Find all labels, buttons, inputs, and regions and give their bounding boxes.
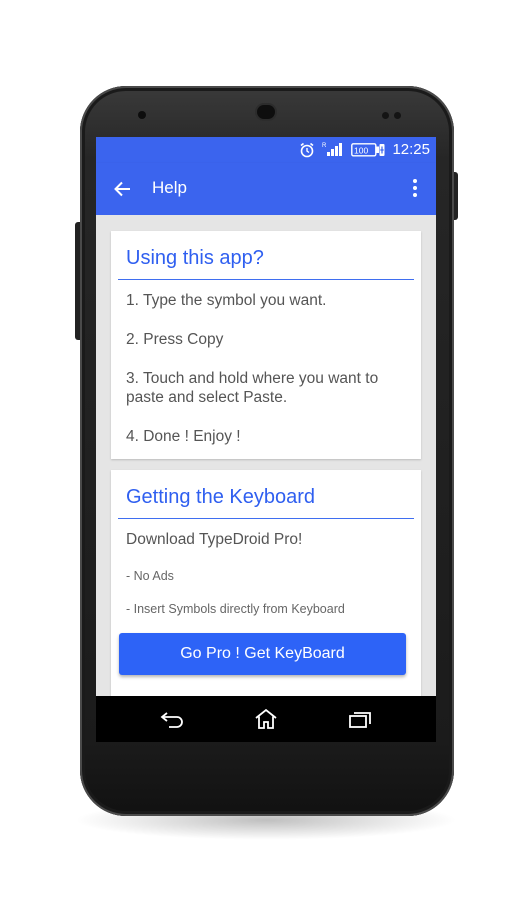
- nav-back-icon[interactable]: [160, 710, 184, 733]
- page-title: Help: [152, 178, 187, 197]
- app-bar: Help: [96, 163, 436, 215]
- help-content: Using this app? 1. Type the symbol you w…: [96, 215, 436, 696]
- nav-home-icon[interactable]: [254, 708, 278, 735]
- stage: R 100 12:25 Help Using this app? 1. Type…: [0, 0, 532, 900]
- battery-icon: 100: [351, 143, 385, 162]
- battery-level: 100: [354, 146, 368, 156]
- download-text: Download TypeDroid Pro!: [126, 531, 303, 548]
- feature-item: - Insert Symbols directly from Keyboard: [126, 602, 345, 616]
- light-sensor: [394, 112, 401, 119]
- proximity-sensor: [382, 112, 389, 119]
- front-camera: [138, 111, 146, 119]
- signal-icon: R: [322, 141, 344, 162]
- svg-text:R: R: [322, 143, 327, 149]
- step-4: 4. Done ! Enjoy !: [126, 428, 241, 445]
- feature-item: - No Ads: [126, 569, 174, 583]
- go-pro-button[interactable]: Go Pro ! Get KeyBoard: [119, 633, 406, 675]
- status-bar: R 100 12:25: [96, 137, 436, 163]
- earpiece-speaker: [257, 105, 275, 119]
- keyboard-card-title: Getting the Keyboard: [126, 486, 316, 508]
- step-2: 2. Press Copy: [126, 331, 224, 348]
- usage-card-title: Using this app?: [126, 247, 264, 269]
- divider: [118, 518, 414, 519]
- arrow-left-icon[interactable]: [113, 180, 131, 203]
- keyboard-card: Getting the Keyboard Download TypeDroid …: [111, 470, 421, 696]
- clock: 12:25: [392, 141, 430, 158]
- alarm-icon: [299, 142, 315, 163]
- step-1: 1. Type the symbol you want.: [126, 292, 327, 309]
- screen: R 100 12:25 Help Using this app? 1. Type…: [96, 137, 436, 742]
- nav-recents-icon[interactable]: [348, 711, 372, 734]
- step-3: 3. Touch and hold where you want to past…: [126, 370, 379, 406]
- divider: [118, 279, 414, 280]
- usage-card: Using this app? 1. Type the symbol you w…: [111, 231, 421, 459]
- more-vert-icon[interactable]: [412, 178, 418, 203]
- navigation-bar: [96, 696, 436, 742]
